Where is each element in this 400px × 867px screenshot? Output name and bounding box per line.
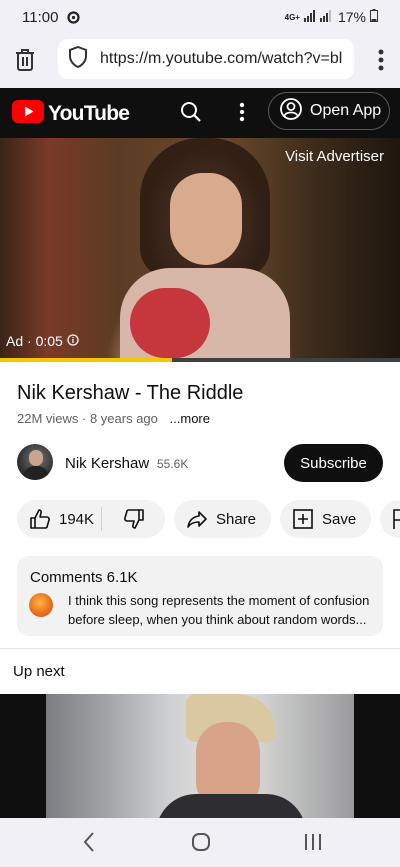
flag-icon [392, 508, 400, 530]
info-icon[interactable] [67, 333, 79, 349]
thumbs-down-icon [123, 508, 145, 530]
like-button[interactable]: 194K [17, 500, 101, 538]
comments-card[interactable]: Comments 6.1K I think this song represen… [17, 556, 383, 636]
more-options-icon[interactable] [239, 102, 245, 127]
channel-name[interactable]: Nik Kershaw [65, 455, 149, 472]
dislike-button[interactable] [102, 500, 165, 538]
video-title: Nik Kershaw - The Riddle [17, 382, 244, 404]
top-comment-text: I think this song represents the moment … [68, 593, 370, 627]
ad-badge: Ad · 0:05 [6, 333, 79, 349]
section-divider [0, 648, 400, 649]
save-label: Save [322, 510, 357, 528]
avatar-figure [29, 450, 43, 466]
video-frame-flowers [130, 288, 210, 358]
open-app-button[interactable]: Open App [268, 92, 390, 130]
video-meta: 22M views · 8 years ago ...more [17, 411, 210, 426]
search-icon[interactable] [180, 101, 202, 128]
share-icon [186, 508, 208, 530]
avatar-shoulders [23, 466, 49, 480]
url-text[interactable]: https://m.youtube.com/watch?v=bl [100, 50, 342, 68]
open-app-label: Open App [310, 102, 382, 119]
subscriber-count: 55.6K [157, 457, 189, 471]
address-bar[interactable]: https://m.youtube.com/watch?v=bl [58, 39, 354, 79]
sync-icon [67, 11, 80, 28]
save-button[interactable]: Save [280, 500, 371, 538]
shield-icon[interactable] [68, 45, 88, 73]
ad-label: Ad · 0:05 [6, 333, 63, 349]
video-frame-face [170, 173, 242, 265]
ad-progress-fill [0, 358, 172, 362]
account-icon [280, 97, 302, 125]
up-next-thumbnail[interactable] [46, 694, 354, 818]
clock-text: 11:00 [22, 9, 59, 26]
youtube-play-icon [12, 100, 44, 128]
status-indicators: 4G+ 17% [285, 9, 378, 25]
system-nav-bar [0, 818, 400, 867]
thumbnail-jacket [156, 794, 306, 818]
youtube-logo[interactable]: YouTube [12, 100, 130, 128]
browser-menu-icon[interactable] [378, 48, 384, 77]
home-icon[interactable] [191, 832, 211, 857]
like-count: 194K [59, 510, 95, 528]
thumbs-up-icon [29, 508, 51, 530]
comments-title: Comments 6.1K [30, 569, 138, 586]
subscribe-button[interactable]: Subscribe [284, 444, 383, 482]
back-icon[interactable] [82, 831, 96, 858]
recents-icon[interactable] [304, 832, 322, 857]
share-label: Share [216, 510, 257, 528]
visit-advertiser-link[interactable]: Visit Advertiser [285, 148, 384, 165]
up-next-video[interactable] [0, 694, 400, 818]
views-and-age: 22M views · 8 years ago [17, 411, 158, 426]
delete-icon[interactable] [14, 48, 36, 77]
more-link[interactable]: ...more [170, 411, 210, 426]
browser-toolbar: https://m.youtube.com/watch?v=bl [0, 36, 400, 88]
action-bar: 194K Share Save [17, 500, 400, 538]
video-player[interactable]: Visit Advertiser Ad · 0:05 [0, 138, 400, 362]
channel-row: Nik Kershaw 55.6K Subscribe [17, 444, 383, 484]
commenter-avatar [29, 593, 53, 617]
channel-avatar[interactable] [17, 444, 53, 480]
signal-icon [303, 9, 334, 25]
up-next-label: Up next [13, 663, 65, 680]
youtube-wordmark: YouTube [48, 102, 130, 125]
network-type: 4G+ [284, 12, 300, 22]
like-dislike-pill: 194K [17, 500, 165, 538]
status-time: 11:00 [22, 9, 80, 28]
youtube-header: YouTube Open App [0, 88, 400, 138]
add-to-playlist-icon [292, 508, 314, 530]
status-bar: 11:00 4G+ 17% [0, 0, 400, 36]
share-button[interactable]: Share [174, 500, 271, 538]
battery-icon [370, 9, 378, 25]
battery-percent: 17% [337, 9, 366, 25]
ad-progress-bar [0, 358, 400, 362]
more-actions-button[interactable] [380, 500, 400, 538]
